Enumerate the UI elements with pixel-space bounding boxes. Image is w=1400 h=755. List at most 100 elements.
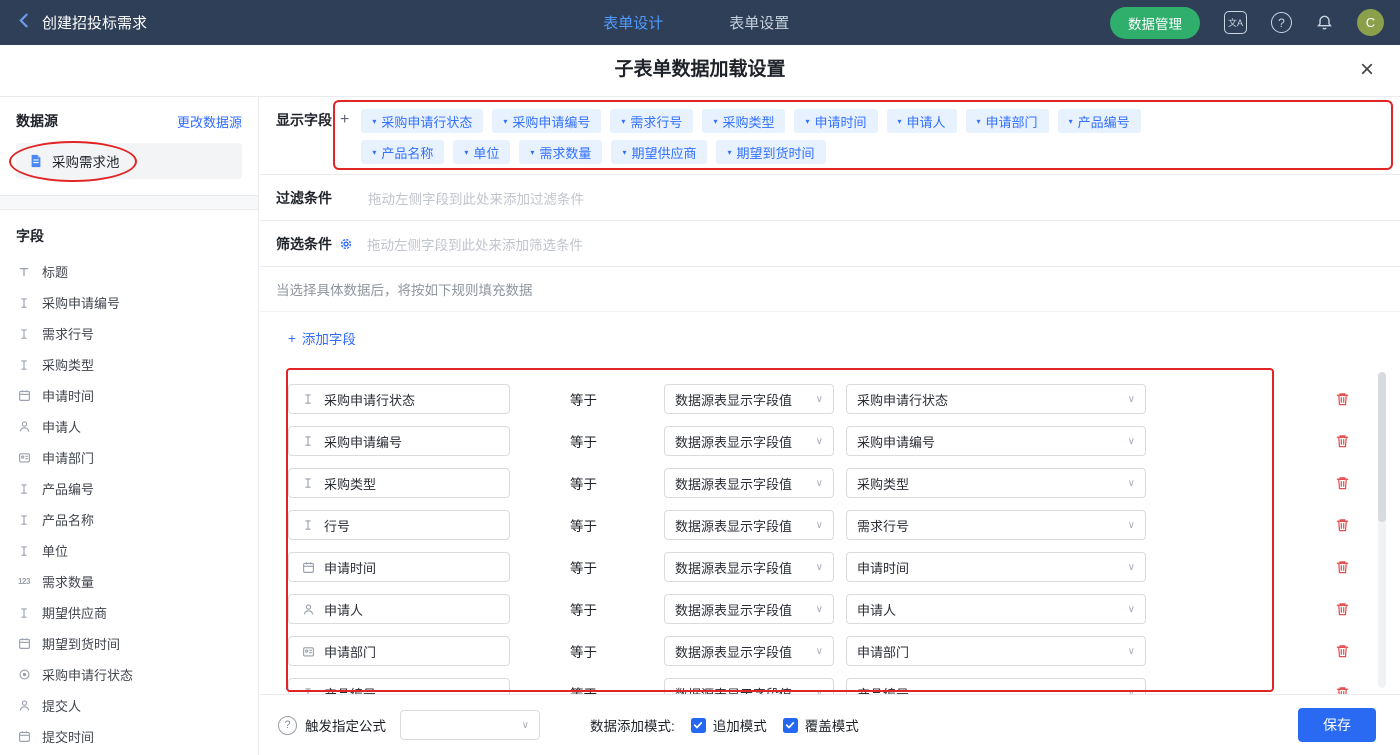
sidebar-field-item[interactable]: 123需求数量 xyxy=(16,566,242,597)
sidebar-field-item[interactable]: 采购申请编号 xyxy=(16,287,242,318)
rule-field-box[interactable]: 采购申请编号 xyxy=(288,426,510,456)
rule-source-select[interactable]: 数据源表显示字段值∨ xyxy=(664,426,834,456)
gear-icon[interactable] xyxy=(339,237,353,251)
title-icon xyxy=(16,266,32,278)
translate-icon[interactable]: 文A xyxy=(1224,11,1247,34)
rule-target-select[interactable]: 产品编号∨ xyxy=(846,678,1146,694)
display-field-tag[interactable]: ▾采购申请编号 xyxy=(492,109,601,133)
avatar[interactable]: C xyxy=(1357,9,1384,36)
sidebar-field-item[interactable]: 产品编号 xyxy=(16,473,242,504)
datasource-item[interactable]: 采购需求池 xyxy=(16,143,242,179)
data-manage-button[interactable]: 数据管理 xyxy=(1110,7,1200,39)
display-field-tag[interactable]: ▾期望供应商 xyxy=(611,140,707,164)
save-button[interactable]: 保存 xyxy=(1298,708,1376,742)
trash-icon[interactable] xyxy=(1335,685,1350,694)
rule-source-select[interactable]: 数据源表显示字段值∨ xyxy=(664,468,834,498)
display-field-tag[interactable]: ▾需求数量 xyxy=(519,140,602,164)
rule-target-select[interactable]: 申请时间∨ xyxy=(846,552,1146,582)
rule-target-select[interactable]: 申请部门∨ xyxy=(846,636,1146,666)
sidebar-field-item[interactable]: 申请部门 xyxy=(16,442,242,473)
caret-down-icon: ▾ xyxy=(621,117,625,126)
rule-source-select[interactable]: 数据源表显示字段值∨ xyxy=(664,678,834,694)
person-icon xyxy=(16,699,32,712)
sidebar-field-item[interactable]: 申请人 xyxy=(16,411,242,442)
sidebar-field-item[interactable]: 期望到货时间 xyxy=(16,628,242,659)
rule-target-select[interactable]: 需求行号∨ xyxy=(846,510,1146,540)
bell-icon[interactable] xyxy=(1316,14,1333,31)
rules-scrollbar[interactable] xyxy=(1378,372,1386,688)
rule-source-select[interactable]: 数据源表显示字段值∨ xyxy=(664,594,834,624)
rule-field-box[interactable]: 申请部门 xyxy=(288,636,510,666)
display-field-tag[interactable]: ▾采购申请行状态 xyxy=(361,109,483,133)
rule-target-select[interactable]: 采购类型∨ xyxy=(846,468,1146,498)
help-icon[interactable]: ? xyxy=(1271,12,1292,33)
caret-down-icon: ▾ xyxy=(1069,117,1073,126)
chevron-down-icon: ∨ xyxy=(522,720,529,731)
rule-source-select[interactable]: 数据源表显示字段值∨ xyxy=(664,384,834,414)
sift-placeholder: 拖动左侧字段到此处来添加筛选条件 xyxy=(367,234,583,254)
rule-field-box[interactable]: 申请人 xyxy=(288,594,510,624)
formula-select[interactable]: ∨ xyxy=(400,710,540,740)
rule-field-box[interactable]: 行号 xyxy=(288,510,510,540)
datasource-section: 数据源 更改数据源 采购需求池 xyxy=(0,97,258,196)
add-display-field-button[interactable]: + xyxy=(340,107,349,132)
rule-field-box[interactable]: 采购类型 xyxy=(288,468,510,498)
display-field-tag[interactable]: ▾申请人 xyxy=(887,109,957,133)
tab-form-design[interactable]: 表单设计 xyxy=(603,12,663,33)
caret-down-icon: ▾ xyxy=(503,117,507,126)
chevron-down-icon: ∨ xyxy=(1128,604,1135,615)
formula-label: 触发指定公式 xyxy=(305,715,386,735)
display-field-tag[interactable]: ▾产品编号 xyxy=(1058,109,1141,133)
input-icon xyxy=(16,359,32,371)
filter-label: 过滤条件 xyxy=(276,185,332,211)
back-button[interactable] xyxy=(16,12,33,34)
display-field-tag[interactable]: ▾产品名称 xyxy=(361,140,444,164)
filter-condition-row[interactable]: 过滤条件 拖动左侧字段到此处来添加过滤条件 xyxy=(260,175,1400,221)
rule-field-box[interactable]: 产品编号 xyxy=(288,678,510,694)
sift-condition-row[interactable]: 筛选条件 拖动左侧字段到此处来添加筛选条件 xyxy=(260,221,1400,267)
sidebar-field-item[interactable]: 提交时间 xyxy=(16,721,242,752)
tab-form-settings[interactable]: 表单设置 xyxy=(729,12,789,33)
overwrite-mode-checkbox[interactable]: 覆盖模式 xyxy=(783,715,859,735)
rule-source-select[interactable]: 数据源表显示字段值∨ xyxy=(664,636,834,666)
caret-down-icon: ▾ xyxy=(977,117,981,126)
rule-field-box[interactable]: 申请时间 xyxy=(288,552,510,582)
add-field-button[interactable]: + 添加字段 xyxy=(288,328,356,348)
sidebar-field-item[interactable]: 单位 xyxy=(16,535,242,566)
sidebar-field-item[interactable]: 标题 xyxy=(16,256,242,287)
scrollbar-thumb[interactable] xyxy=(1378,372,1386,522)
trash-icon[interactable] xyxy=(1335,433,1350,449)
display-field-tag[interactable]: ▾申请部门 xyxy=(966,109,1049,133)
display-field-tag[interactable]: ▾申请时间 xyxy=(794,109,877,133)
sidebar-field-item[interactable]: 采购申请行状态 xyxy=(16,659,242,690)
formula-help-icon[interactable]: ? xyxy=(278,716,297,735)
display-field-tag[interactable]: ▾期望到货时间 xyxy=(716,140,825,164)
display-field-tag[interactable]: ▾需求行号 xyxy=(610,109,693,133)
close-button[interactable]: × xyxy=(1360,56,1374,84)
trash-icon[interactable] xyxy=(1335,559,1350,575)
sidebar-field-item[interactable]: 采购类型 xyxy=(16,349,242,380)
change-datasource-link[interactable]: 更改数据源 xyxy=(177,112,242,131)
trash-icon[interactable] xyxy=(1335,391,1350,407)
chevron-down-icon: ∨ xyxy=(816,394,823,405)
sidebar-field-item[interactable]: 申请时间 xyxy=(16,380,242,411)
rule-target-select[interactable]: 采购申请行状态∨ xyxy=(846,384,1146,414)
sidebar-field-item[interactable]: 产品名称 xyxy=(16,504,242,535)
display-field-tag[interactable]: ▾单位 xyxy=(453,140,510,164)
display-field-tags: ▾采购申请行状态▾采购申请编号▾需求行号▾采购类型▾申请时间▾申请人▾申请部门▾… xyxy=(361,107,1140,164)
field-label: 需求行号 xyxy=(42,324,94,343)
rule-target-select[interactable]: 采购申请编号∨ xyxy=(846,426,1146,456)
sidebar-field-item[interactable]: 期望供应商 xyxy=(16,597,242,628)
sidebar-field-item[interactable]: 需求行号 xyxy=(16,318,242,349)
rule-field-box[interactable]: 采购申请行状态 xyxy=(288,384,510,414)
trash-icon[interactable] xyxy=(1335,475,1350,491)
rule-source-select[interactable]: 数据源表显示字段值∨ xyxy=(664,552,834,582)
rule-target-select[interactable]: 申请人∨ xyxy=(846,594,1146,624)
append-mode-checkbox[interactable]: 追加模式 xyxy=(691,715,767,735)
sidebar-field-item[interactable]: 提交人 xyxy=(16,690,242,721)
trash-icon[interactable] xyxy=(1335,643,1350,659)
rule-source-select[interactable]: 数据源表显示字段值∨ xyxy=(664,510,834,540)
trash-icon[interactable] xyxy=(1335,517,1350,533)
trash-icon[interactable] xyxy=(1335,601,1350,617)
display-field-tag[interactable]: ▾采购类型 xyxy=(702,109,785,133)
